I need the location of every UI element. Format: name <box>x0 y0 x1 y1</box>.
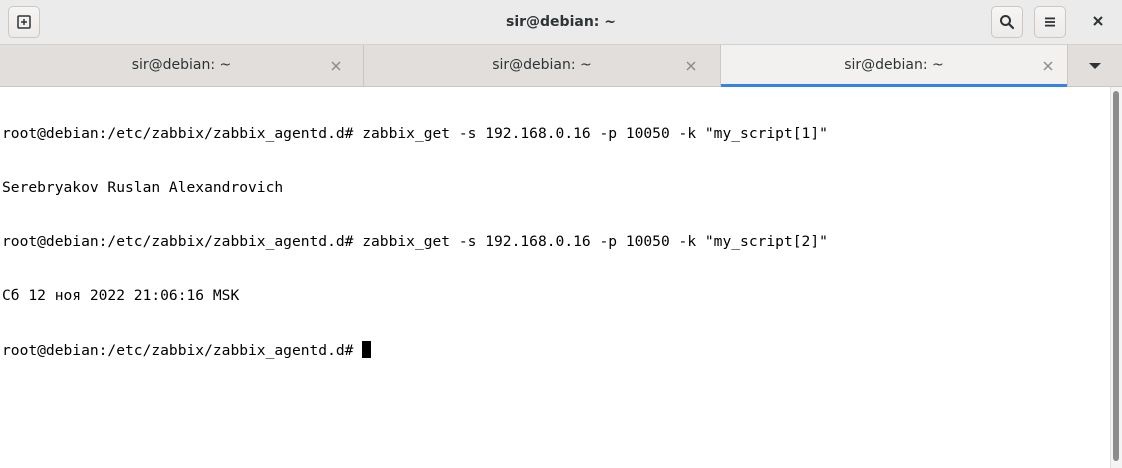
close-icon <box>685 57 697 76</box>
tab-list-dropdown-button[interactable] <box>1068 45 1122 86</box>
text-cursor <box>362 341 372 358</box>
terminal-line: Сб 12 ноя 2022 21:06:16 MSK <box>2 287 240 304</box>
menu-button[interactable] <box>1034 6 1066 38</box>
terminal-output[interactable]: root@debian:/etc/zabbix/zabbix_agentd.d#… <box>0 87 1110 468</box>
tab-label: sir@debian: ~ <box>131 57 232 73</box>
window-close-button[interactable] <box>1082 6 1114 38</box>
header-bar: sir@debian: ~ <box>0 0 1122 45</box>
tab-close-button[interactable] <box>1040 58 1056 74</box>
tab-bar: sir@debian: ~ sir@debian: ~ sir@debian: … <box>0 45 1122 87</box>
terminal-line: root@debian:/etc/zabbix/zabbix_agentd.d#… <box>2 233 828 250</box>
new-tab-icon <box>16 14 32 30</box>
tab-close-button[interactable] <box>683 58 699 74</box>
new-tab-button[interactable] <box>8 6 40 38</box>
terminal-line: root@debian:/etc/zabbix/zabbix_agentd.d#… <box>2 125 828 142</box>
terminal-prompt-line: root@debian:/etc/zabbix/zabbix_agentd.d# <box>2 341 1110 359</box>
tab-label: sir@debian: ~ <box>492 57 592 73</box>
chevron-down-icon <box>1088 56 1102 75</box>
terminal-window: sir@debian: ~ sir@debian: ~ sir@debian: … <box>0 0 1122 468</box>
window-title: sir@debian: ~ <box>506 14 616 30</box>
search-icon <box>999 14 1015 30</box>
close-icon <box>330 57 342 76</box>
hamburger-menu-icon <box>1042 14 1058 30</box>
scrollbar-thumb[interactable] <box>1113 91 1119 461</box>
close-icon <box>1042 57 1054 76</box>
tab-2[interactable]: sir@debian: ~ <box>364 45 721 86</box>
tab-1[interactable]: sir@debian: ~ <box>0 45 364 86</box>
tab-label: sir@debian: ~ <box>844 57 944 73</box>
tab-close-button[interactable] <box>328 58 344 74</box>
search-button[interactable] <box>991 6 1023 38</box>
terminal-line: Serebryakov Ruslan Alexandrovich <box>2 179 284 196</box>
terminal-scrollbar[interactable] <box>1110 87 1122 468</box>
tab-3[interactable]: sir@debian: ~ <box>721 45 1068 87</box>
terminal-prompt: root@debian:/etc/zabbix/zabbix_agentd.d# <box>2 342 363 359</box>
close-icon <box>1091 13 1105 32</box>
